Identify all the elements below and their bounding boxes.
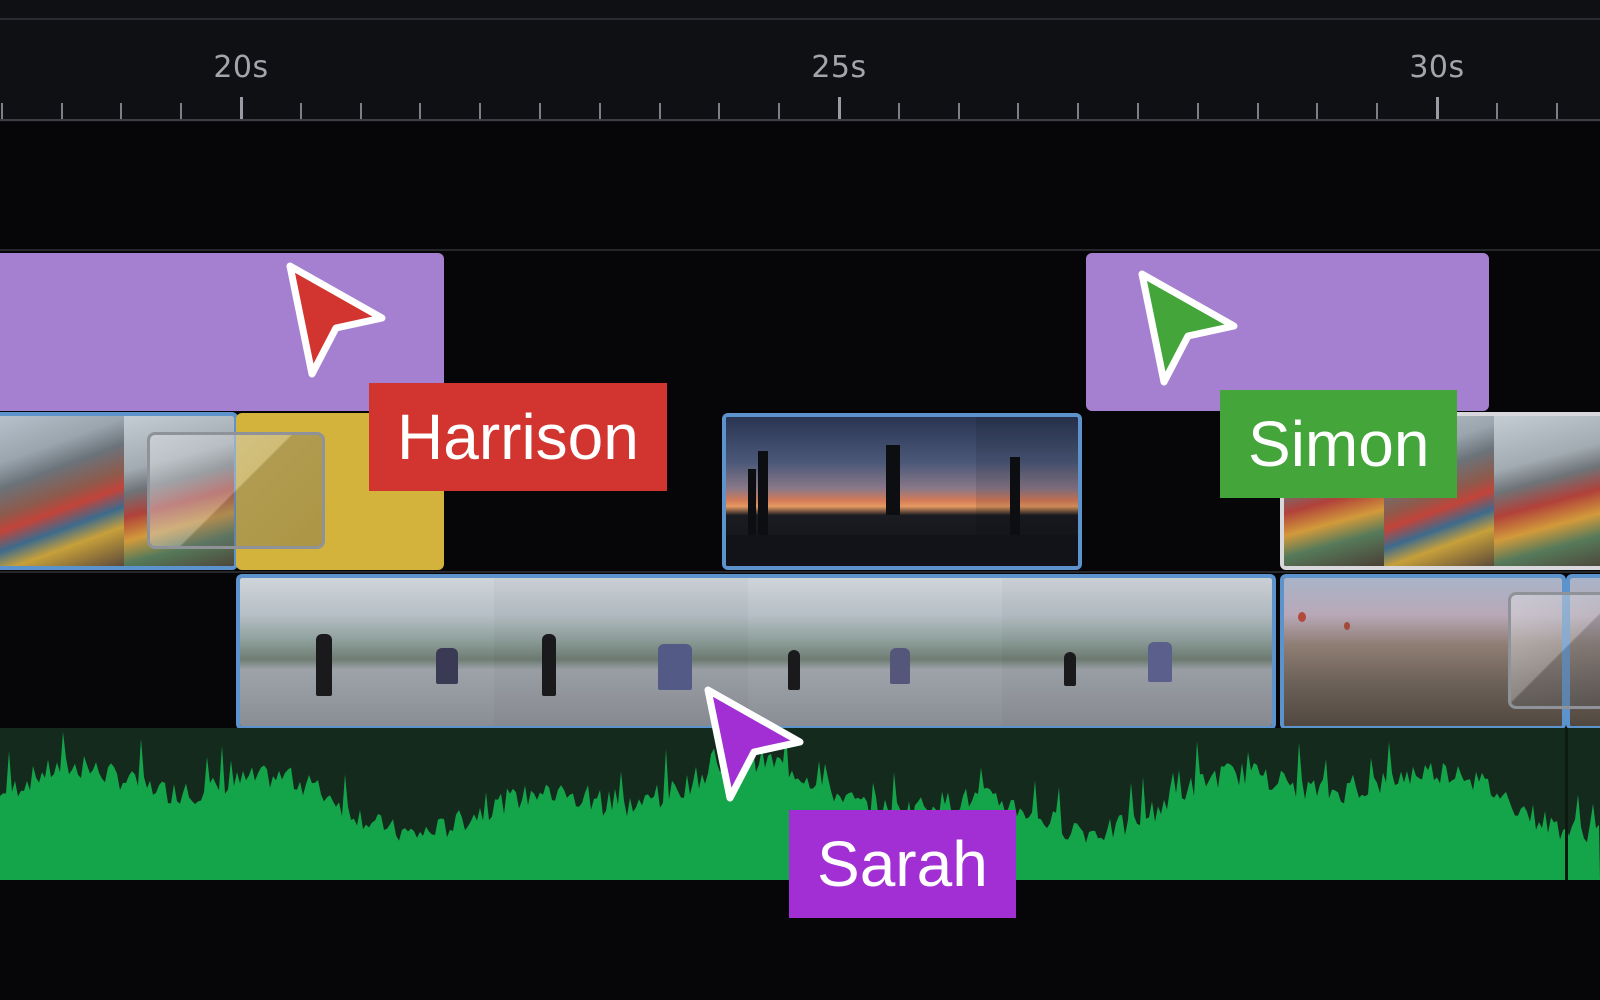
harrison-label: Harrison <box>369 383 667 491</box>
ruler-minor-tick <box>1017 103 1020 119</box>
ruler-top-border <box>0 18 1600 20</box>
cursor-arrow-icon <box>704 686 804 802</box>
track-separator <box>0 249 1600 251</box>
ruler-minor-tick <box>180 103 183 119</box>
ruler-minor-tick <box>1256 103 1259 119</box>
transition-icon[interactable] <box>1508 592 1600 709</box>
video-clip-sunset[interactable] <box>722 413 1082 570</box>
ruler-minor-tick <box>60 103 63 119</box>
ruler-minor-tick <box>1316 103 1319 119</box>
ruler-minor-tick <box>479 103 482 119</box>
ruler-minor-tick <box>658 103 661 119</box>
simon-cursor <box>1138 270 1248 390</box>
ruler-minor-tick <box>1376 103 1379 119</box>
ruler-minor-tick <box>1077 103 1080 119</box>
harrison-cursor <box>286 262 396 382</box>
ruler-minor-tick <box>0 103 3 119</box>
ruler-baseline <box>0 119 1600 121</box>
ruler-minor-tick <box>778 103 781 119</box>
ruler-minor-tick <box>1196 103 1199 119</box>
ruler-minor-tick <box>1495 103 1498 119</box>
ruler-minor-tick <box>897 103 900 119</box>
ruler-minor-tick <box>718 103 721 119</box>
ruler-label-25s: 25s <box>811 50 867 85</box>
cursor-arrow-icon <box>286 262 386 378</box>
transition-icon[interactable] <box>147 432 325 549</box>
ruler-minor-tick <box>120 103 123 119</box>
ruler-minor-tick <box>598 103 601 119</box>
sarah-label: Sarah <box>789 810 1016 918</box>
ruler-minor-tick <box>1137 103 1139 119</box>
track-separator <box>0 571 1600 573</box>
simon-label: Simon <box>1220 390 1458 498</box>
ruler-label-30s: 30s <box>1409 50 1465 85</box>
ruler-minor-tick <box>957 103 960 119</box>
ruler-minor-tick <box>1555 103 1558 119</box>
ruler-minor-tick <box>419 103 422 119</box>
ruler-minor-tick <box>299 103 302 119</box>
ruler-major-tick <box>1435 97 1439 119</box>
ruler-label-20s: 20s <box>213 50 269 85</box>
timeline-ruler[interactable]: 20s 25s 30s <box>0 0 1600 122</box>
sarah-cursor <box>704 686 814 806</box>
ruler-major-tick <box>239 97 243 119</box>
cursor-arrow-icon <box>1138 270 1238 386</box>
ruler-minor-tick <box>539 103 541 119</box>
ruler-minor-tick <box>359 103 362 119</box>
ruler-major-tick <box>837 97 841 119</box>
